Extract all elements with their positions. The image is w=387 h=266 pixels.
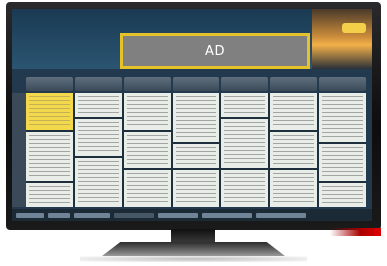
program-cell[interactable] — [270, 170, 318, 208]
stand-base — [102, 242, 285, 256]
program-cell[interactable] — [74, 119, 122, 157]
stand-icon — [171, 229, 215, 243]
remote-hint-bar — [12, 209, 372, 221]
program-cell-selected[interactable] — [26, 93, 73, 130]
program-column — [26, 93, 73, 207]
ad-label: AD — [205, 43, 225, 59]
program-column — [319, 93, 367, 207]
channel-tab[interactable] — [26, 77, 73, 91]
channel-tab[interactable] — [172, 77, 220, 91]
program-cell[interactable] — [74, 158, 122, 207]
tv-screen: AD — [12, 9, 372, 221]
time-column — [12, 93, 26, 207]
hint-button — [256, 212, 306, 218]
hint-button — [16, 212, 44, 218]
program-column — [172, 93, 220, 207]
channel-logo-icon — [342, 23, 366, 33]
program-cell[interactable] — [270, 93, 318, 130]
channel-tab[interactable] — [74, 77, 122, 91]
hint-button — [114, 212, 154, 218]
program-cell[interactable] — [123, 170, 171, 208]
channel-tab[interactable] — [270, 77, 318, 91]
program-cell[interactable] — [221, 93, 269, 118]
program-cell[interactable] — [319, 143, 367, 181]
program-cell[interactable] — [319, 182, 367, 207]
stand-shadow — [80, 256, 307, 262]
program-cell[interactable] — [74, 93, 122, 118]
program-cell[interactable] — [123, 93, 171, 130]
program-column — [221, 93, 269, 207]
program-cell[interactable] — [221, 119, 269, 169]
program-cell[interactable] — [319, 93, 367, 142]
program-cell[interactable] — [123, 131, 171, 169]
channel-tab[interactable] — [221, 77, 269, 91]
program-cell[interactable] — [26, 131, 73, 181]
channel-tab[interactable] — [123, 77, 171, 91]
program-cell[interactable] — [26, 182, 73, 207]
ad-banner[interactable]: AD — [120, 33, 310, 69]
program-column — [270, 93, 318, 208]
tv-frame-accent — [330, 228, 381, 236]
channel-tabs — [26, 77, 367, 91]
hint-button — [48, 212, 70, 218]
channel-tab[interactable] — [319, 77, 367, 91]
program-column — [74, 93, 122, 207]
hint-button — [202, 212, 252, 218]
program-cell[interactable] — [172, 170, 220, 207]
program-column — [123, 93, 171, 208]
hint-button — [158, 212, 198, 218]
program-grid — [26, 93, 367, 208]
header-image — [312, 9, 372, 69]
program-cell[interactable] — [172, 143, 220, 169]
program-cell[interactable] — [172, 93, 220, 142]
program-cell[interactable] — [270, 131, 318, 169]
hint-button — [74, 212, 110, 218]
program-cell[interactable] — [221, 170, 269, 207]
